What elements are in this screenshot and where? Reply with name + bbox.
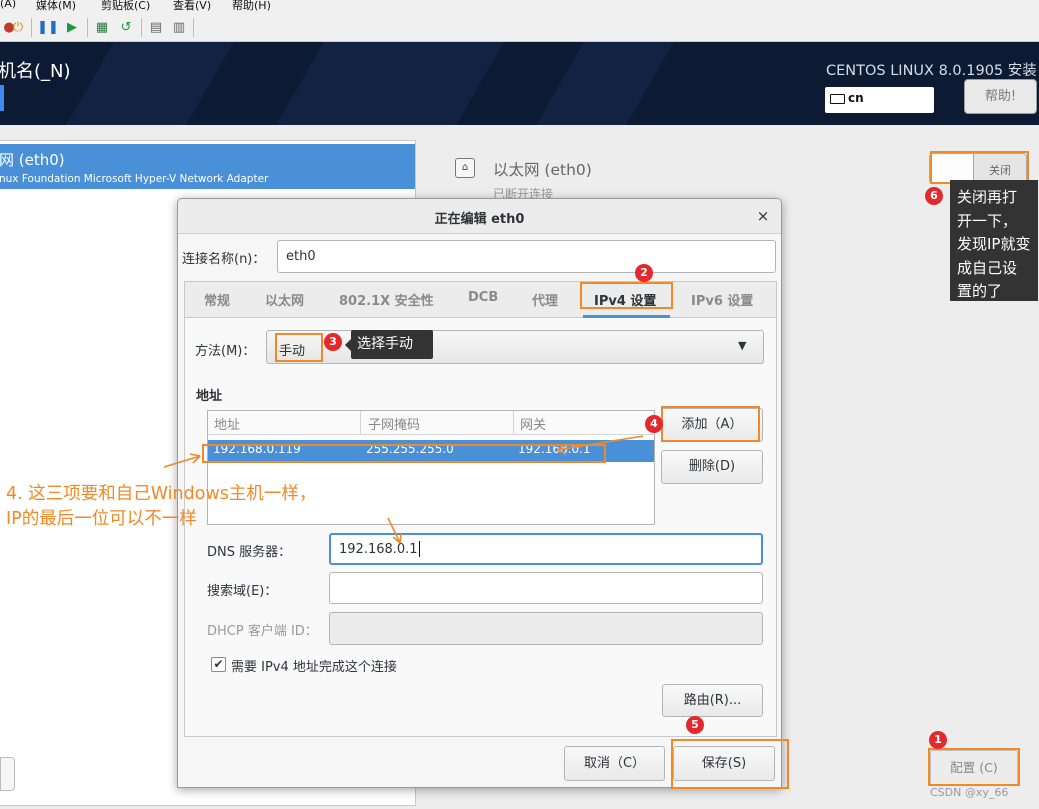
play-icon[interactable]: ▶ <box>63 18 81 36</box>
host-toolbar: ● ⏻ ❚❚ ▶ ▦ ↺ ▤ ▥ <box>0 14 1039 42</box>
column-header-address[interactable]: 地址 <box>214 414 240 433</box>
step-badge-3: 3 <box>324 333 342 351</box>
column-header-netmask[interactable]: 子网掩码 <box>368 414 420 433</box>
step-badge-6: 6 <box>925 187 943 205</box>
text-cursor <box>418 541 420 557</box>
dns-value: 192.168.0.1 <box>339 541 418 557</box>
ethernet-icon: ⌂ <box>455 158 475 178</box>
help-button[interactable]: 帮助! <box>964 79 1037 114</box>
connection-name-value: eth0 <box>286 249 316 264</box>
highlight-ipv4-tab <box>580 282 673 309</box>
step-badge-2: 2 <box>635 264 653 282</box>
connection-name-input[interactable]: eth0 <box>277 240 776 273</box>
chevron-down-icon: ▼ <box>738 339 747 352</box>
highlight-add-button <box>661 406 760 442</box>
dns-label: DNS 服务器： <box>207 545 292 560</box>
close-icon[interactable]: × <box>752 206 774 226</box>
toolbar-separator <box>193 18 194 37</box>
page-title-accent <box>0 85 4 111</box>
host-menubar: (A) 媒体(M) 剪贴板(C) 查看(V) 帮助(H) <box>0 0 1039 14</box>
method-select[interactable] <box>266 330 764 364</box>
header-decoration <box>276 42 504 125</box>
tab-ipv6-settings[interactable]: IPv6 设置 <box>691 290 753 309</box>
keyboard-icon <box>830 94 845 104</box>
checkpoint-icon[interactable]: ▦ <box>93 18 111 36</box>
cancel-button[interactable]: 取消（C） <box>564 746 665 781</box>
highlight-configure <box>928 748 1020 786</box>
annotation-note-4: 4. 这三项要和自己Windows主机一样， IP的最后一位可以不一样 <box>6 482 386 532</box>
menu-item-view[interactable]: 查看(V) <box>173 0 211 13</box>
annotation-note-line: IP的最后一位可以不一样 <box>6 509 197 529</box>
tab-general[interactable]: 常规 <box>204 290 230 309</box>
header-decoration <box>66 42 234 125</box>
dhcp-client-id-label: DHCP 客户端 ID： <box>207 624 318 639</box>
step-badge-5: 5 <box>686 716 704 734</box>
require-ipv4-checkbox[interactable]: ✔ <box>211 657 226 672</box>
menu-item-clipboard[interactable]: 剪贴板(C) <box>101 0 150 13</box>
connection-name-label: 连接名称(n)： <box>182 252 266 267</box>
dhcp-client-id-input <box>329 612 763 645</box>
address-heading: 地址 <box>196 389 223 404</box>
product-name: CENTOS LINUX 8.0.1905 安装 <box>826 63 1037 79</box>
tooltip-select-manual: 选择手动 <box>351 330 433 359</box>
require-ipv4-label: 需要 IPv4 地址完成这个连接 <box>231 660 397 675</box>
delete-address-button[interactable]: 删除(D) <box>661 450 763 484</box>
share-icon[interactable]: ▥ <box>170 18 188 36</box>
column-divider <box>513 411 514 435</box>
watermark: CSDN @xy_66 <box>930 786 1009 799</box>
enhanced-session-icon[interactable]: ▤ <box>147 18 165 36</box>
tab-ethernet[interactable]: 以太网 <box>265 290 304 309</box>
highlight-address-row <box>202 444 606 463</box>
dialog-title: 正在编辑 eth0 <box>434 212 525 227</box>
column-header-gateway[interactable]: 网关 <box>520 414 546 433</box>
tab-8021x-security[interactable]: 802.1X 安全性 <box>339 290 434 309</box>
header-decoration <box>536 42 674 125</box>
column-divider <box>360 411 361 435</box>
annotation-note-line: 4. 这三项要和自己Windows主机一样， <box>6 484 317 504</box>
pause-icon[interactable]: ❚❚ <box>37 18 59 36</box>
tab-dcb[interactable]: DCB <box>468 290 498 305</box>
device-description: nux Foundation Microsoft Hyper-V Network… <box>0 173 269 185</box>
toolbar-separator <box>87 18 88 37</box>
address-table-header <box>208 411 654 435</box>
dns-input[interactable]: 192.168.0.1 <box>329 533 763 565</box>
menu-item-media[interactable]: 媒体(M) <box>36 0 76 13</box>
highlight-save-button <box>671 739 789 789</box>
menu-item-help[interactable]: 帮助(H) <box>232 0 271 13</box>
revert-icon[interactable]: ↺ <box>117 18 135 36</box>
tooltip-toggle-note: 关闭再打开一下，发现IP就变成自己设置的了 <box>950 180 1038 301</box>
page-title: 机名(_N) <box>0 61 71 82</box>
power-icon[interactable]: ⏻ <box>9 18 27 36</box>
step-badge-4: 4 <box>645 415 663 433</box>
tab-proxy[interactable]: 代理 <box>532 290 558 309</box>
method-label: 方法(M)： <box>195 344 256 359</box>
device-name: 网 (eth0) <box>0 151 65 169</box>
routes-button[interactable]: 路由(R)... <box>662 684 763 717</box>
toolbar-separator <box>141 18 142 37</box>
search-domain-input[interactable] <box>329 572 763 604</box>
search-domain-label: 搜索域(E)： <box>207 584 278 599</box>
step-badge-1: 1 <box>929 731 947 749</box>
highlight-method <box>275 333 323 362</box>
device-title: 以太网 (eth0) <box>493 161 592 179</box>
toolbar-separator <box>31 18 32 37</box>
device-list-button[interactable] <box>0 757 15 791</box>
menu-item-edit[interactable]: (A) <box>0 0 16 10</box>
active-tab-indicator <box>583 315 670 318</box>
